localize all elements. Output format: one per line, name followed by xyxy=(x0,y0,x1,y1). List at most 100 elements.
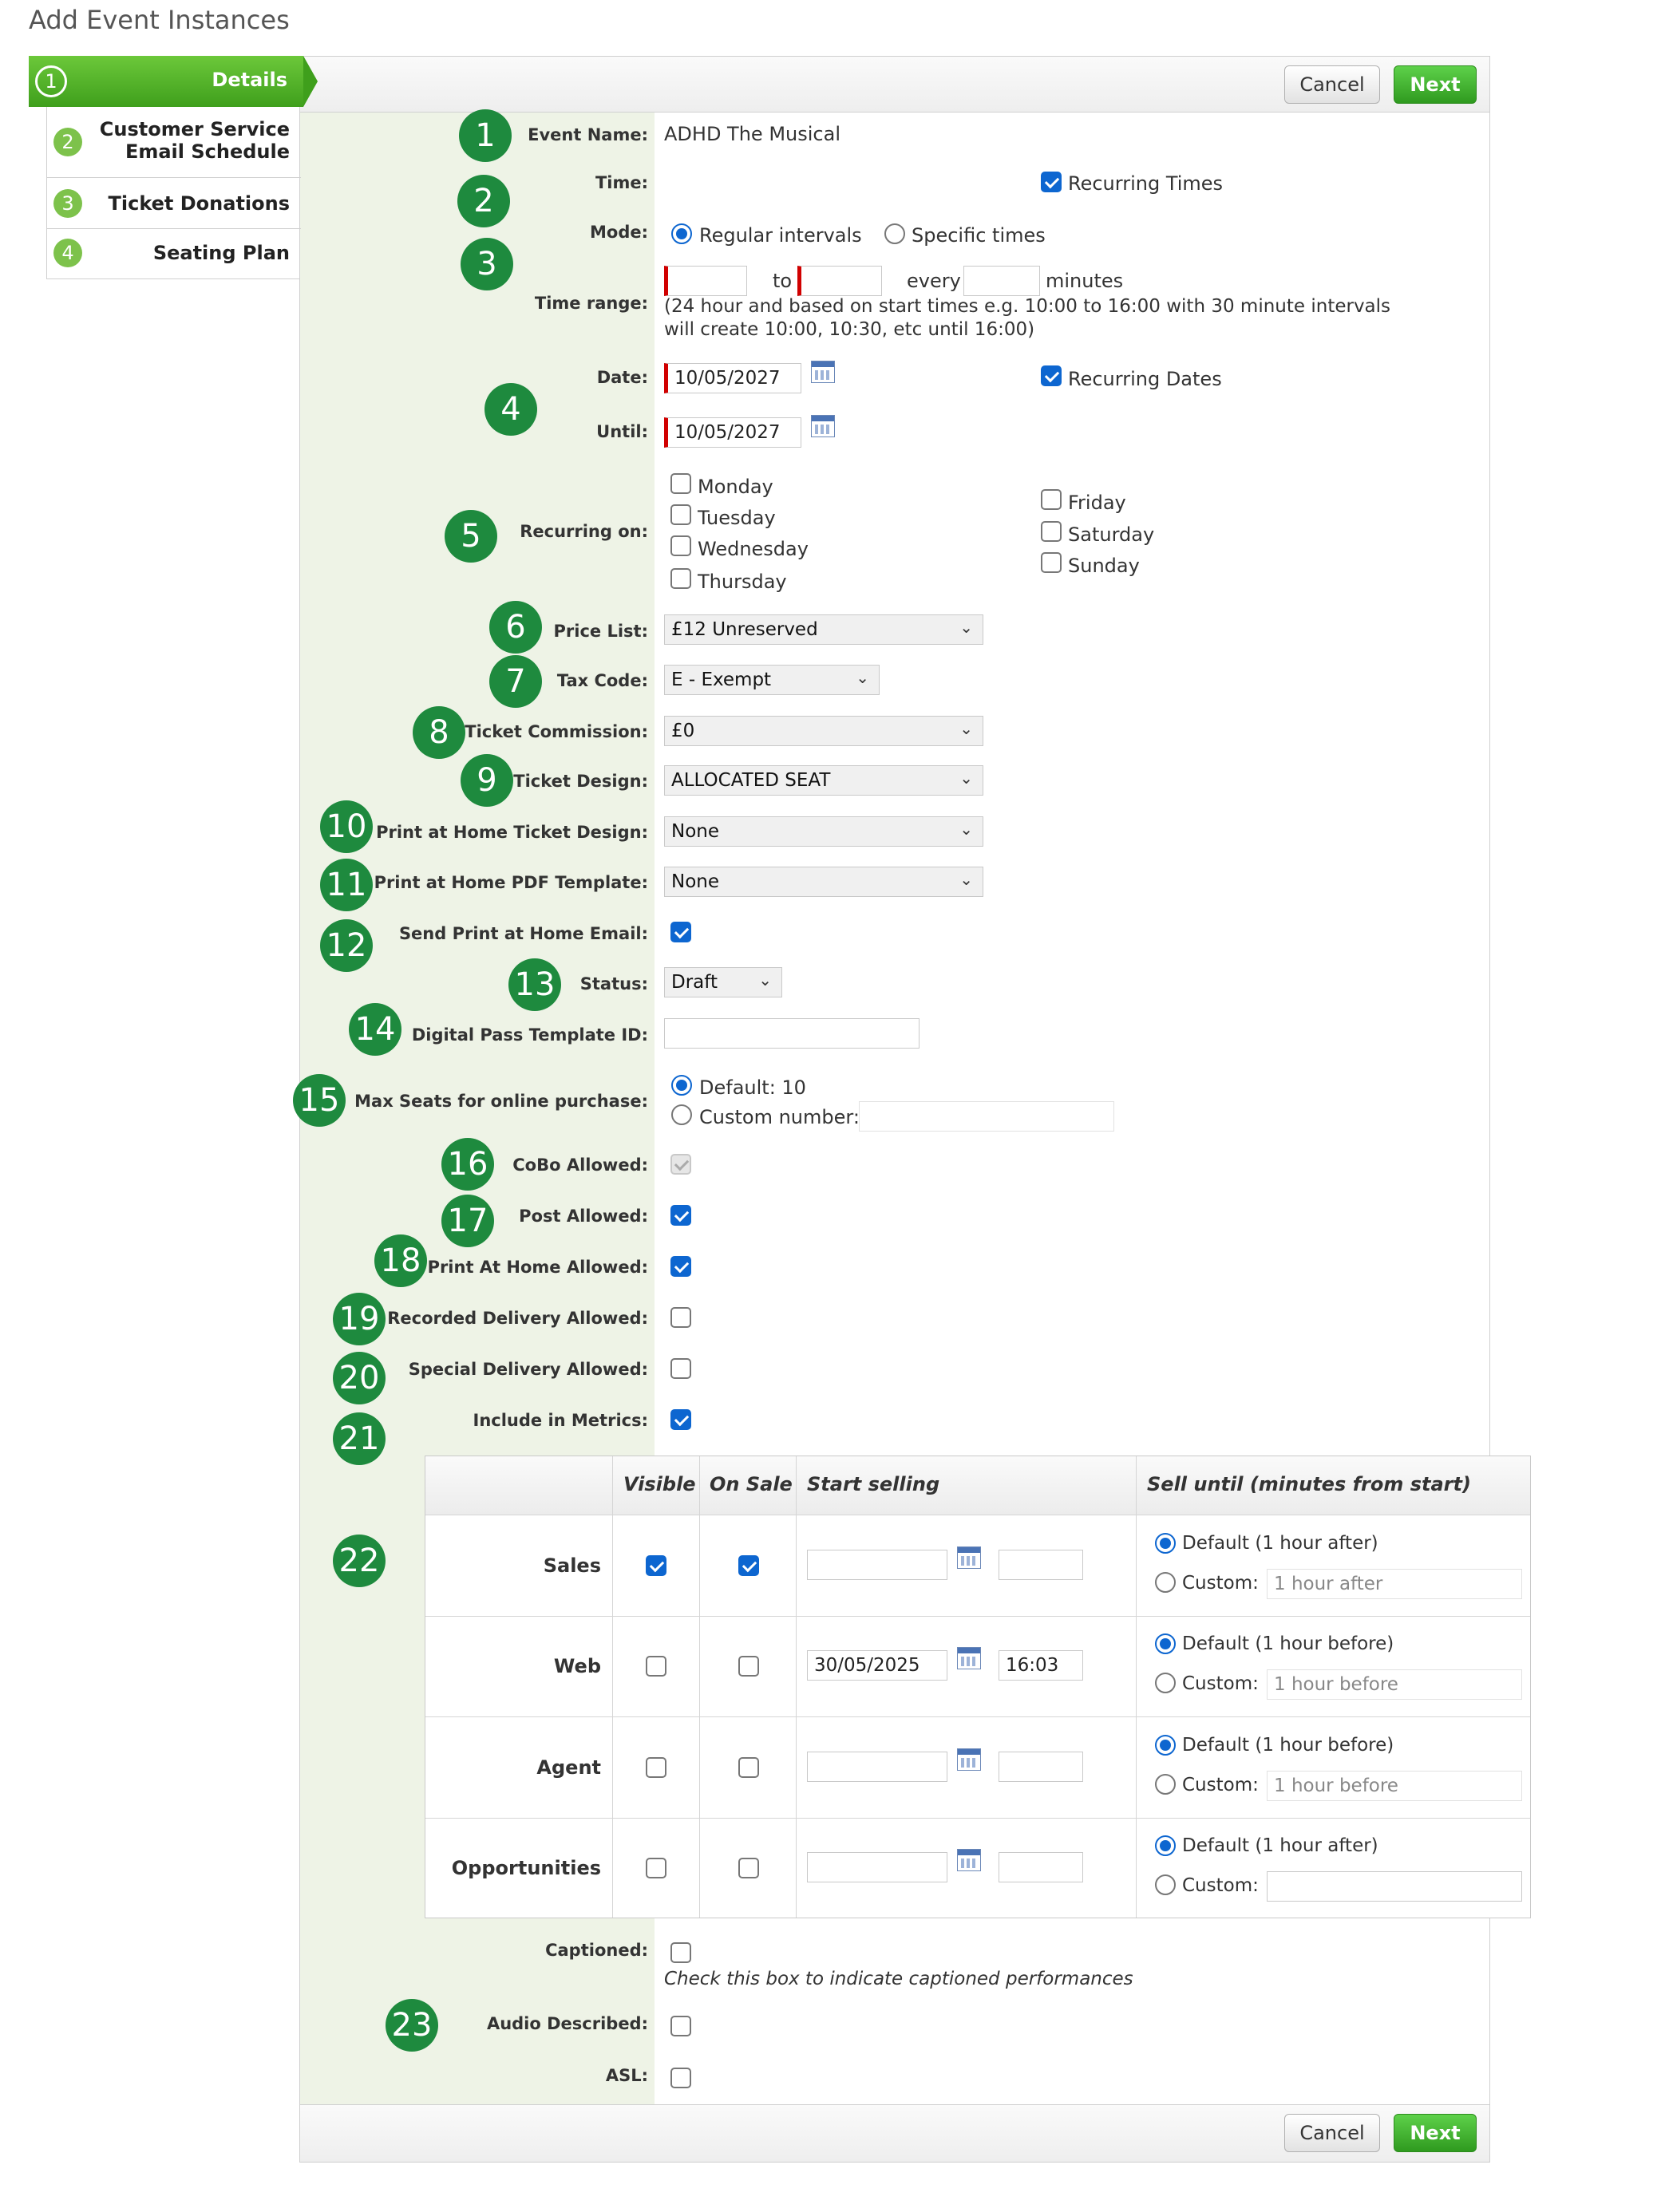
special-delivery-checkbox[interactable] xyxy=(670,1358,691,1379)
opportunities-calendar-icon[interactable] xyxy=(957,1849,981,1871)
web-calendar-icon[interactable] xyxy=(957,1647,981,1669)
opportunities-custom-radio[interactable] xyxy=(1155,1874,1176,1895)
web-custom-radio[interactable] xyxy=(1155,1673,1176,1693)
print-home-ticket-design-select[interactable]: None ⌄ xyxy=(664,816,983,847)
web-start-date-input[interactable]: 30/05/2025 xyxy=(807,1650,947,1681)
special-delivery-label: Special Delivery Allowed: xyxy=(408,1360,648,1379)
time-range-interval-input[interactable] xyxy=(963,266,1040,296)
price-list-select[interactable]: £12 Unreserved ⌄ xyxy=(664,614,983,645)
step-2-label-line2: Email Schedule xyxy=(125,140,290,163)
wizard-step-seating-plan[interactable]: 4 Seating Plan xyxy=(47,228,301,279)
sales-on-sale-checkbox[interactable] xyxy=(738,1555,759,1576)
web-default-radio[interactable] xyxy=(1155,1633,1176,1654)
agent-start-date-input[interactable] xyxy=(807,1752,947,1782)
max-seats-custom-label: Custom number: xyxy=(699,1106,860,1128)
web-visible-checkbox[interactable] xyxy=(646,1656,666,1677)
max-seats-default-label: Default: 10 xyxy=(699,1076,806,1099)
tax-code-select[interactable]: E - Exempt ⌄ xyxy=(664,665,880,695)
next-button-bottom[interactable]: Next xyxy=(1394,2114,1477,2152)
asl-checkbox[interactable] xyxy=(670,2068,691,2088)
agent-custom-radio[interactable] xyxy=(1155,1774,1176,1795)
agent-visible-checkbox[interactable] xyxy=(646,1757,666,1778)
until-input[interactable]: 10/05/2027 xyxy=(664,417,801,448)
until-calendar-icon[interactable] xyxy=(811,415,835,437)
ticket-design-select[interactable]: ALLOCATED SEAT ⌄ xyxy=(664,765,983,796)
audio-described-checkbox[interactable] xyxy=(670,2016,691,2036)
sales-start-time-input[interactable] xyxy=(999,1550,1083,1580)
date-calendar-icon[interactable] xyxy=(811,361,835,383)
send-print-home-email-checkbox[interactable] xyxy=(670,922,691,942)
recurring-dates-checkbox[interactable] xyxy=(1041,365,1062,386)
callout-badge-11: 11 xyxy=(320,859,373,911)
opportunities-on-sale-checkbox[interactable] xyxy=(738,1858,759,1878)
web-on-sale-checkbox[interactable] xyxy=(738,1656,759,1677)
wizard-sidebar: 2 Customer Service Email Schedule 3 Tick… xyxy=(46,107,301,279)
wednesday-checkbox[interactable] xyxy=(670,535,691,556)
callout-badge-23: 23 xyxy=(386,1999,438,2052)
specific-times-radio[interactable] xyxy=(884,223,905,244)
wizard-step-customer-service[interactable]: 2 Customer Service Email Schedule xyxy=(47,107,301,177)
friday-checkbox[interactable] xyxy=(1041,489,1062,510)
print-at-home-allowed-checkbox[interactable] xyxy=(670,1256,691,1277)
tuesday-checkbox[interactable] xyxy=(670,504,691,525)
sales-channels-table: Visible On Sale Start selling Sell until… xyxy=(425,1456,1531,1918)
callout-badge-5: 5 xyxy=(445,510,497,563)
agent-on-sale-checkbox[interactable] xyxy=(738,1757,759,1778)
print-home-pdf-template-select[interactable]: None ⌄ xyxy=(664,867,983,897)
recurring-times-checkbox[interactable] xyxy=(1041,172,1062,192)
cancel-button[interactable]: Cancel xyxy=(1284,65,1380,104)
include-in-metrics-checkbox[interactable] xyxy=(670,1409,691,1430)
agent-default-radio[interactable] xyxy=(1155,1735,1176,1756)
captioned-checkbox[interactable] xyxy=(670,1942,691,1963)
monday-checkbox[interactable] xyxy=(670,473,691,494)
time-range-end-input[interactable] xyxy=(797,266,882,296)
max-seats-custom-radio[interactable] xyxy=(671,1104,692,1125)
max-seats-default-radio[interactable] xyxy=(671,1075,692,1096)
sales-default-radio[interactable] xyxy=(1155,1533,1176,1554)
agent-calendar-icon[interactable] xyxy=(957,1748,981,1771)
callout-badge-20: 20 xyxy=(333,1352,386,1404)
max-seats-label: Max Seats for online purchase: xyxy=(354,1092,648,1111)
agent-custom-label: Custom: xyxy=(1182,1775,1259,1795)
status-value: Draft xyxy=(671,972,718,993)
thursday-checkbox[interactable] xyxy=(670,568,691,589)
opportunities-custom-input[interactable] xyxy=(1267,1871,1522,1902)
sales-visible-checkbox[interactable] xyxy=(646,1555,666,1576)
web-custom-input[interactable]: 1 hour before xyxy=(1267,1669,1522,1700)
opportunities-start-date-input[interactable] xyxy=(807,1852,947,1882)
ticket-commission-value: £0 xyxy=(671,721,695,741)
regular-intervals-radio[interactable] xyxy=(671,223,692,244)
date-label: Date: xyxy=(596,368,648,387)
sales-start-date-input[interactable] xyxy=(807,1550,947,1580)
opportunities-visible-checkbox[interactable] xyxy=(646,1858,666,1878)
chevron-down-icon: ⌄ xyxy=(959,768,973,788)
opportunities-default-label: Default (1 hour after) xyxy=(1182,1835,1378,1856)
max-seats-custom-input[interactable] xyxy=(859,1101,1114,1132)
recorded-delivery-checkbox[interactable] xyxy=(670,1307,691,1328)
sunday-checkbox[interactable] xyxy=(1041,552,1062,573)
next-button[interactable]: Next xyxy=(1394,65,1477,104)
wizard-step-details[interactable]: 1 Details xyxy=(29,56,303,107)
sales-custom-input[interactable]: 1 hour after xyxy=(1267,1569,1522,1599)
status-select[interactable]: Draft ⌄ xyxy=(664,967,782,997)
date-input[interactable]: 10/05/2027 xyxy=(664,363,801,393)
opportunities-start-time-input[interactable] xyxy=(999,1852,1083,1882)
wizard-step-ticket-donations[interactable]: 3 Ticket Donations xyxy=(47,177,301,228)
agent-start-time-input[interactable] xyxy=(999,1752,1083,1782)
chevron-down-icon: ⌄ xyxy=(959,820,973,839)
sales-calendar-icon[interactable] xyxy=(957,1546,981,1569)
saturday-checkbox[interactable] xyxy=(1041,521,1062,542)
cancel-button-bottom[interactable]: Cancel xyxy=(1284,2114,1380,2152)
sales-custom-radio[interactable] xyxy=(1155,1572,1176,1593)
asl-label: ASL: xyxy=(605,2066,648,2085)
row-divider xyxy=(425,1818,1530,1819)
ticket-commission-select[interactable]: £0 ⌄ xyxy=(664,716,983,746)
agent-custom-input[interactable]: 1 hour before xyxy=(1267,1771,1522,1801)
digital-pass-template-input[interactable] xyxy=(664,1018,920,1049)
post-allowed-checkbox[interactable] xyxy=(670,1205,691,1226)
web-start-time-input[interactable]: 16:03 xyxy=(999,1650,1083,1681)
col-divider xyxy=(699,1456,700,1918)
regular-intervals-label: Regular intervals xyxy=(699,224,862,247)
time-range-start-input[interactable] xyxy=(664,266,747,296)
opportunities-default-radio[interactable] xyxy=(1155,1835,1176,1856)
